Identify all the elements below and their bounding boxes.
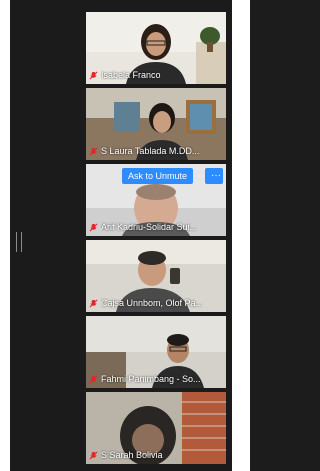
participant-name: Cajsa Unnbom, Olof Pa...	[101, 297, 204, 308]
participant-name-row: Isabela Franco	[89, 69, 223, 81]
panel-resize-handle-icon[interactable]	[16, 232, 22, 252]
participant-name: Arif Kadriu-Solidar Sui...	[101, 221, 198, 232]
participant-name-row: Cajsa Unnbom, Olof Pa...	[89, 297, 223, 309]
left-margin	[0, 0, 10, 471]
participant-name: Fahmi Panimbang - So...	[101, 373, 201, 384]
participant-name: S Sarah Bolivia	[101, 449, 163, 460]
participant-name-row: S Sarah Bolivia	[89, 449, 223, 461]
more-options-button[interactable]: ···	[205, 168, 223, 184]
participant-name: S Laura Tablada M.DD...	[101, 145, 200, 156]
mic-muted-icon	[89, 223, 98, 231]
participant-tile-6[interactable]: S Sarah Bolivia	[86, 392, 226, 464]
participant-tile-4[interactable]: Cajsa Unnbom, Olof Pa...	[86, 240, 226, 312]
participant-tile-3[interactable]: Ask to Unmute ··· Arif Kadriu-Solidar Su…	[86, 164, 226, 236]
participant-video-list: Isabela Franco S Laura Tablada M.DD... A…	[86, 12, 226, 468]
mic-muted-icon	[89, 299, 98, 307]
mic-muted-icon	[89, 375, 98, 383]
right-margin	[232, 0, 250, 471]
mic-muted-icon	[89, 71, 98, 79]
participant-name: Isabela Franco	[101, 69, 161, 80]
participant-name-row: Fahmi Panimbang - So...	[89, 373, 223, 385]
mic-muted-icon	[89, 147, 98, 155]
participant-tile-2[interactable]: S Laura Tablada M.DD...	[86, 88, 226, 160]
ask-to-unmute-button[interactable]: Ask to Unmute	[122, 168, 194, 184]
participant-tile-5[interactable]: Fahmi Panimbang - So...	[86, 316, 226, 388]
mic-muted-icon	[89, 451, 98, 459]
participant-tile-1[interactable]: Isabela Franco	[86, 12, 226, 84]
participant-name-row: S Laura Tablada M.DD...	[89, 145, 223, 157]
participant-name-row: Arif Kadriu-Solidar Sui...	[89, 221, 223, 233]
